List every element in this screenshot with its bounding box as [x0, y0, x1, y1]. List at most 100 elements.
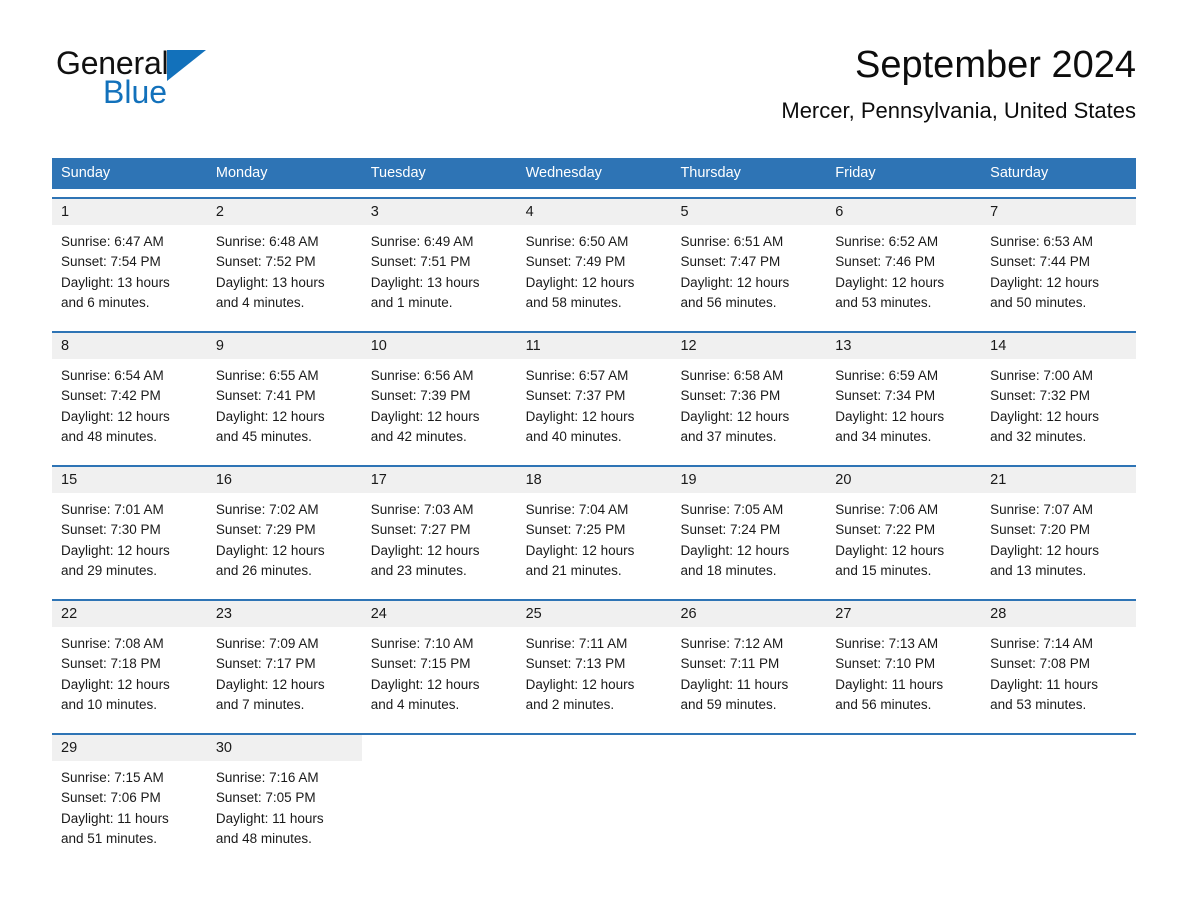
day-number-band: [517, 735, 672, 761]
day-cell[interactable]: 12 Sunrise: 6:58 AM Sunset: 7:36 PM Dayl…: [671, 333, 827, 457]
day-cell[interactable]: 27 Sunrise: 7:13 AM Sunset: 7:10 PM Dayl…: [826, 601, 982, 725]
day-details: Sunrise: 7:01 AM Sunset: 7:30 PM Dayligh…: [52, 493, 207, 581]
day-number-band: [826, 735, 981, 761]
daylight-text-line2: and 4 minutes.: [215, 294, 305, 310]
weekday-header-thursday: Thursday: [680, 165, 741, 181]
day-number: 29: [61, 740, 78, 756]
daylight-text-line1: Daylight: 12 hours: [835, 542, 945, 558]
day-details: Sunrise: 7:09 AM Sunset: 7:17 PM Dayligh…: [207, 627, 362, 715]
day-details: Sunrise: 6:54 AM Sunset: 7:42 PM Dayligh…: [52, 359, 207, 447]
weekday-header-row: Sunday Monday Tuesday Wednesday Thursday…: [52, 158, 1136, 189]
day-cell[interactable]: 14 Sunrise: 7:00 AM Sunset: 7:32 PM Dayl…: [981, 333, 1137, 457]
sunset-text: Sunset: 7:39 PM: [370, 388, 471, 404]
day-cell[interactable]: 19 Sunrise: 7:05 AM Sunset: 7:24 PM Dayl…: [671, 467, 827, 591]
daylight-text-line1: Daylight: 12 hours: [525, 274, 635, 290]
day-cell[interactable]: 9 Sunrise: 6:55 AM Sunset: 7:41 PM Dayli…: [206, 333, 362, 457]
sunset-text: Sunset: 7:06 PM: [61, 790, 161, 806]
daylight-text-line2: and 53 minutes.: [835, 294, 932, 310]
title-block: September 2024 Mercer, Pennsylvania, Uni…: [781, 44, 1136, 124]
day-details: Sunrise: 7:06 AM Sunset: 7:22 PM Dayligh…: [826, 493, 981, 581]
day-number-band: 30: [206, 735, 362, 761]
week-row: 22 Sunrise: 7:08 AM Sunset: 7:18 PM Dayl…: [52, 599, 1137, 725]
daylight-text-line1: Daylight: 12 hours: [835, 408, 945, 424]
day-number: 12: [680, 338, 697, 354]
day-cell[interactable]: 5 Sunrise: 6:51 AM Sunset: 7:47 PM Dayli…: [671, 199, 827, 323]
day-cell[interactable]: 1 Sunrise: 6:47 AM Sunset: 7:54 PM Dayli…: [52, 199, 207, 323]
daylight-text-line2: and 10 minutes.: [61, 696, 158, 712]
daylight-text-line2: and 58 minutes.: [525, 294, 622, 310]
day-cell[interactable]: 26 Sunrise: 7:12 AM Sunset: 7:11 PM Dayl…: [671, 601, 827, 725]
sunset-text: Sunset: 7:08 PM: [990, 656, 1090, 672]
day-cell[interactable]: 3 Sunrise: 6:49 AM Sunset: 7:51 PM Dayli…: [361, 199, 517, 323]
day-cell[interactable]: 11 Sunrise: 6:57 AM Sunset: 7:37 PM Dayl…: [516, 333, 672, 457]
sunrise-text: Sunrise: 7:00 AM: [990, 368, 1093, 383]
day-cell[interactable]: 2 Sunrise: 6:48 AM Sunset: 7:52 PM Dayli…: [206, 199, 362, 323]
sunrise-text: Sunrise: 6:48 AM: [215, 234, 319, 249]
day-details: Sunrise: 7:07 AM Sunset: 7:20 PM Dayligh…: [981, 493, 1136, 581]
day-cell[interactable]: 7 Sunrise: 6:53 AM Sunset: 7:44 PM Dayli…: [981, 199, 1137, 323]
day-cell[interactable]: 21 Sunrise: 7:07 AM Sunset: 7:20 PM Dayl…: [981, 467, 1137, 591]
day-number: 13: [835, 338, 852, 354]
sunset-text: Sunset: 7:15 PM: [370, 656, 471, 672]
daylight-text-line1: Daylight: 12 hours: [680, 408, 790, 424]
day-cell[interactable]: 6 Sunrise: 6:52 AM Sunset: 7:46 PM Dayli…: [826, 199, 982, 323]
daylight-text-line1: Daylight: 12 hours: [525, 408, 635, 424]
day-cell[interactable]: 18 Sunrise: 7:04 AM Sunset: 7:25 PM Dayl…: [516, 467, 672, 591]
day-details: Sunrise: 7:11 AM Sunset: 7:13 PM Dayligh…: [517, 627, 672, 715]
day-cell[interactable]: 22 Sunrise: 7:08 AM Sunset: 7:18 PM Dayl…: [52, 601, 207, 725]
day-number: 30: [215, 740, 232, 756]
day-details: Sunrise: 7:10 AM Sunset: 7:15 PM Dayligh…: [362, 627, 517, 715]
day-cell[interactable]: 8 Sunrise: 6:54 AM Sunset: 7:42 PM Dayli…: [52, 333, 207, 457]
day-cell[interactable]: 23 Sunrise: 7:09 AM Sunset: 7:17 PM Dayl…: [206, 601, 362, 725]
week-row: 1 Sunrise: 6:47 AM Sunset: 7:54 PM Dayli…: [52, 197, 1137, 323]
day-cell-empty: [361, 735, 517, 859]
weekday-header-monday: Monday: [215, 165, 268, 181]
day-number: 14: [990, 338, 1007, 354]
calendar-grid: Sunday Monday Tuesday Wednesday Thursday…: [52, 158, 1137, 859]
sunset-text: Sunset: 7:18 PM: [61, 656, 161, 672]
sunset-text: Sunset: 7:25 PM: [525, 522, 626, 538]
daylight-text-line1: Daylight: 12 hours: [215, 408, 325, 424]
day-details: Sunrise: 7:04 AM Sunset: 7:25 PM Dayligh…: [517, 493, 672, 581]
sunrise-text: Sunrise: 7:07 AM: [990, 502, 1093, 517]
sunset-text: Sunset: 7:24 PM: [680, 522, 781, 538]
day-details: Sunrise: 7:03 AM Sunset: 7:27 PM Dayligh…: [362, 493, 517, 581]
day-number-band: 18: [516, 467, 672, 493]
sunset-text: Sunset: 7:44 PM: [990, 254, 1090, 270]
day-cell[interactable]: 24 Sunrise: 7:10 AM Sunset: 7:15 PM Dayl…: [361, 601, 517, 725]
day-cell[interactable]: 29 Sunrise: 7:15 AM Sunset: 7:06 PM Dayl…: [52, 735, 207, 859]
day-number-band: 8: [52, 333, 207, 359]
day-number: 28: [990, 606, 1007, 622]
generalblue-logo[interactable]: General Blue: [56, 47, 316, 117]
sunset-text: Sunset: 7:46 PM: [835, 254, 936, 270]
day-cell[interactable]: 17 Sunrise: 7:03 AM Sunset: 7:27 PM Dayl…: [361, 467, 517, 591]
day-details: Sunrise: 6:58 AM Sunset: 7:36 PM Dayligh…: [671, 359, 826, 447]
day-number: 16: [215, 472, 232, 488]
day-number: 21: [990, 472, 1007, 488]
day-cell[interactable]: 4 Sunrise: 6:50 AM Sunset: 7:49 PM Dayli…: [516, 199, 672, 323]
sunset-text: Sunset: 7:13 PM: [525, 656, 626, 672]
day-cell[interactable]: 25 Sunrise: 7:11 AM Sunset: 7:13 PM Dayl…: [516, 601, 672, 725]
logo-triangle-icon: [167, 50, 207, 81]
day-cell[interactable]: 28 Sunrise: 7:14 AM Sunset: 7:08 PM Dayl…: [981, 601, 1137, 725]
sunrise-text: Sunrise: 7:05 AM: [680, 502, 784, 517]
day-number: 10: [370, 338, 387, 354]
weekday-header-saturday: Saturday: [990, 165, 1049, 181]
day-number-band: 12: [671, 333, 827, 359]
sunset-text: Sunset: 7:22 PM: [835, 522, 936, 538]
sunrise-text: Sunrise: 6:51 AM: [680, 234, 784, 249]
day-cell[interactable]: 13 Sunrise: 6:59 AM Sunset: 7:34 PM Dayl…: [826, 333, 982, 457]
page-subtitle: Mercer, Pennsylvania, United States: [781, 97, 1136, 123]
day-cell[interactable]: 15 Sunrise: 7:01 AM Sunset: 7:30 PM Dayl…: [52, 467, 207, 591]
day-cell[interactable]: 10 Sunrise: 6:56 AM Sunset: 7:39 PM Dayl…: [361, 333, 517, 457]
day-cell[interactable]: 30 Sunrise: 7:16 AM Sunset: 7:05 PM Dayl…: [206, 735, 362, 859]
day-cell[interactable]: 20 Sunrise: 7:06 AM Sunset: 7:22 PM Dayl…: [826, 467, 982, 591]
day-number: 5: [680, 204, 689, 220]
daylight-text-line2: and 26 minutes.: [215, 562, 312, 578]
daylight-text-line2: and 50 minutes.: [990, 294, 1087, 310]
sunrise-text: Sunrise: 7:04 AM: [525, 502, 629, 517]
daylight-text-line1: Daylight: 13 hours: [370, 274, 480, 290]
day-cell[interactable]: 16 Sunrise: 7:02 AM Sunset: 7:29 PM Dayl…: [206, 467, 362, 591]
sunset-text: Sunset: 7:29 PM: [215, 522, 316, 538]
day-number: 3: [370, 204, 379, 220]
